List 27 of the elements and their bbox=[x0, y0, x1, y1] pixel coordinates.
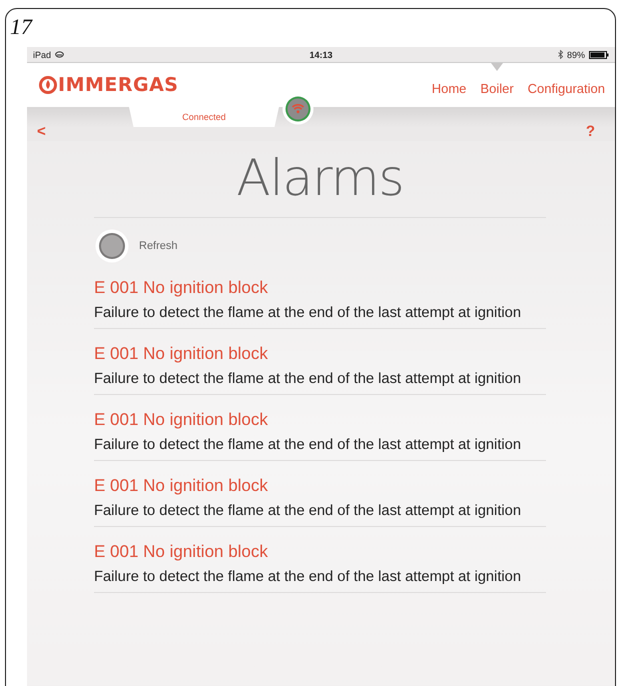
alarm-title: E 001 No ignition block bbox=[94, 541, 269, 563]
brand-logo: IMMERGAS bbox=[58, 74, 178, 96]
nav-link[interactable]: Configuration bbox=[528, 63, 605, 107]
bluetooth-icon bbox=[558, 50, 563, 59]
alarm-description: Failure to detect the flame at the end of the last attempt at ignition bbox=[94, 568, 522, 587]
alarm-description: Failure to detect the flame at the end of the last attempt at ignition bbox=[94, 436, 522, 455]
connection-status: Connected bbox=[129, 107, 279, 127]
device-name: iPad bbox=[33, 50, 52, 60]
nav-link[interactable]: Boiler bbox=[480, 63, 514, 107]
alarm-title: E 001 No ignition block bbox=[94, 409, 269, 431]
alarm-description: Failure to detect the flame at the end of the last attempt at ignition bbox=[94, 502, 522, 521]
help-button[interactable]: ? bbox=[586, 123, 595, 140]
alarm-title: E 001 No ignition block bbox=[94, 475, 269, 497]
alarm-title: E 001 No ignition block bbox=[94, 343, 269, 365]
refresh-label: Refresh bbox=[139, 240, 178, 252]
flame-logo-icon bbox=[39, 76, 57, 94]
page-number: 17 bbox=[10, 15, 32, 39]
alarm-title: E 001 No ignition block bbox=[94, 277, 269, 299]
alarm-description: Failure to detect the flame at the end of the last attempt at ignition bbox=[94, 370, 522, 389]
status-time: 14:13 bbox=[309, 50, 333, 60]
refresh-button[interactable] bbox=[95, 229, 129, 263]
battery-icon bbox=[589, 50, 609, 58]
page-title: Alarms bbox=[235, 148, 405, 209]
battery-percent: 89% bbox=[566, 50, 585, 60]
alarm-description: Failure to detect the flame at the end of the last attempt at ignition bbox=[94, 304, 522, 323]
back-button[interactable]: < bbox=[37, 123, 46, 140]
nav-link[interactable]: Home bbox=[432, 63, 466, 107]
